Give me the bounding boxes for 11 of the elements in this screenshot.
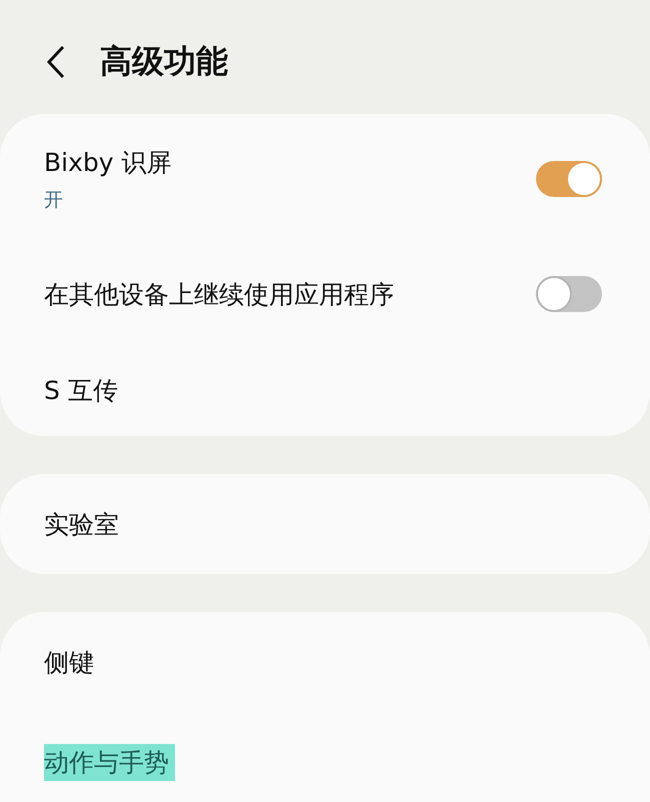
page-title: 高级功能 xyxy=(100,41,228,82)
toggle-switch[interactable] xyxy=(536,161,602,197)
setting-status: 开 xyxy=(44,188,63,212)
setting-label[interactable]: 在其他设备上继续使用应用程序 xyxy=(44,278,394,310)
setting-label[interactable]: 侧键 xyxy=(44,646,94,678)
setting-label[interactable]: 实验室 xyxy=(44,508,119,540)
toggle-switch[interactable] xyxy=(536,276,602,312)
back-icon xyxy=(46,45,66,79)
setting-label[interactable]: S 互传 xyxy=(44,374,118,406)
setting-label[interactable]: Bixby 识屏 xyxy=(44,146,172,178)
setting-label[interactable]: 动作与手势 xyxy=(44,744,175,780)
